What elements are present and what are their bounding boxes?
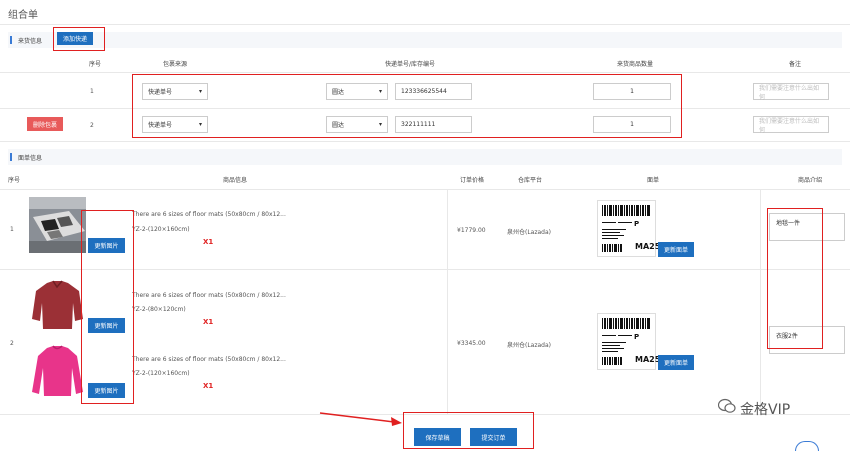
help-badge-icon[interactable] — [795, 441, 819, 451]
order-row-1-warehouse: 泉州仓(Lazada) — [507, 229, 552, 236]
incoming-header-index: 序号 — [88, 61, 101, 68]
order-row-1-index: 1 — [10, 226, 14, 233]
floor-mat-image — [29, 197, 86, 253]
sweater-pink-image — [29, 342, 86, 400]
order-row-2-product-1-title: There are 6 sizes of floor mats (50x80cm… — [132, 292, 286, 299]
incoming-row-2-remark-input[interactable]: 我们需要注意什么出如何 — [753, 116, 829, 134]
order-header-index: 序号 — [7, 177, 20, 184]
svg-text:P: P — [634, 333, 639, 341]
order-row-2-label-code: MA25 — [635, 355, 661, 364]
delete-package-button[interactable]: 删除包裹 — [27, 117, 63, 131]
order-row-2-price: ¥3345.00 — [457, 340, 486, 347]
order-header-warehouse: 仓库平台 — [517, 177, 542, 184]
order-row-2-product-2-qty: X1 — [203, 382, 214, 390]
add-express-button[interactable]: 添加快递 — [57, 32, 93, 45]
incoming-section-header: 来货信息 — [8, 32, 842, 48]
incoming-row-1-index: 1 — [90, 88, 94, 95]
arrow-icon — [319, 412, 402, 426]
save-draft-button[interactable]: 保存草稿 — [414, 428, 461, 446]
order-header-intro: 商品介绍 — [797, 177, 822, 184]
order-row-2-index: 2 — [10, 340, 14, 347]
order-row-1-product-qty: X1 — [203, 238, 214, 246]
order-header-price: 订单价格 — [459, 177, 484, 184]
update-label-button[interactable]: 更新面单 — [658, 355, 694, 370]
section-marker — [10, 36, 12, 44]
intro-highlight — [767, 208, 823, 349]
section-marker — [10, 153, 12, 161]
incoming-header-qty: 来货商品数量 — [616, 61, 653, 68]
incoming-section-label: 来货信息 — [18, 38, 43, 45]
order-row-2-warehouse: 泉州仓(Lazada) — [507, 342, 552, 349]
order-row-2-product-1-sku: YZ-2-(80×120cm) — [132, 306, 186, 313]
order-row-2-product-2-title: There are 6 sizes of floor mats (50x80cm… — [132, 356, 286, 363]
order-section-header: 面单信息 — [8, 149, 842, 165]
watermark-text: 金格VIP — [740, 402, 791, 418]
incoming-row-1-remark-input[interactable]: 我们需要注意什么出如何 — [753, 83, 829, 101]
page-title: 组合单 — [8, 10, 38, 21]
incoming-header-source: 包裹来源 — [162, 61, 187, 68]
incoming-row-2-index: 2 — [90, 122, 94, 129]
order-header-product: 商品信息 — [222, 177, 247, 184]
order-row-2-product-2-sku: YZ-2-(120×160cm) — [132, 370, 190, 377]
submit-order-button[interactable]: 提交订单 — [470, 428, 517, 446]
svg-text:P: P — [634, 220, 639, 228]
order-row-1-price: ¥1779.00 — [457, 227, 486, 234]
order-row-1-label-code: MA25 — [635, 242, 661, 251]
order-row-1-product-title: There are 6 sizes of floor mats (50x80cm… — [132, 211, 286, 218]
incoming-rows-highlight — [132, 74, 682, 138]
order-header-label: 面单 — [646, 177, 659, 184]
order-section-label: 面单信息 — [18, 155, 43, 162]
update-images-highlight — [81, 210, 134, 404]
order-row-1-product-sku: YZ-2-(120×160cm) — [132, 226, 190, 233]
order-row-2-product-1-qty: X1 — [203, 318, 214, 326]
wechat-logo-icon — [717, 398, 736, 414]
update-label-button[interactable]: 更新面单 — [658, 242, 694, 257]
title-divider — [0, 24, 850, 25]
incoming-header-tracking: 快递单号/库存编号 — [384, 61, 436, 68]
sweater-red-image — [29, 277, 86, 334]
incoming-header-remark: 备注 — [788, 61, 801, 68]
